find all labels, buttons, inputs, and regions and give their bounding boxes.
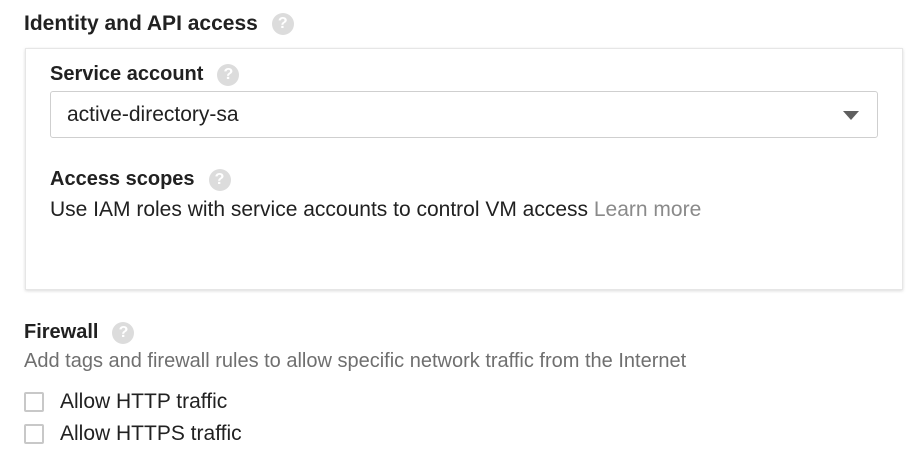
allow-https-checkbox[interactable] bbox=[24, 424, 44, 444]
access-scopes-header: Access scopes ? bbox=[50, 168, 231, 191]
help-icon[interactable]: ? bbox=[271, 13, 294, 35]
allow-http-checkbox[interactable] bbox=[24, 392, 44, 412]
allow-http-label[interactable]: Allow HTTP traffic bbox=[60, 390, 227, 414]
allow-http-option[interactable]: Allow HTTP traffic bbox=[24, 390, 227, 414]
firewall-description: Add tags and firewall rules to allow spe… bbox=[24, 350, 687, 372]
dropdown-arrow-icon bbox=[843, 111, 859, 120]
identity-api-access-title: Identity and API access bbox=[24, 12, 258, 35]
access-scopes-label: Access scopes bbox=[50, 168, 195, 190]
allow-https-label[interactable]: Allow HTTPS traffic bbox=[60, 422, 242, 446]
service-account-header: Service account ? bbox=[50, 63, 240, 86]
identity-api-access-header: Identity and API access ? bbox=[24, 12, 294, 36]
access-scopes-description-line: Use IAM roles with service accounts to c… bbox=[50, 198, 701, 222]
learn-more-link[interactable]: Learn more bbox=[594, 198, 701, 221]
firewall-header: Firewall ? bbox=[24, 321, 135, 344]
firewall-title: Firewall bbox=[24, 321, 99, 343]
help-icon[interactable]: ? bbox=[208, 168, 231, 191]
service-account-selected-value: active-directory-sa bbox=[67, 103, 239, 126]
service-account-select[interactable]: active-directory-sa bbox=[50, 91, 878, 138]
help-icon[interactable]: ? bbox=[217, 63, 240, 86]
service-account-label: Service account bbox=[50, 63, 204, 85]
access-scopes-description: Use IAM roles with service accounts to c… bbox=[50, 198, 589, 221]
help-icon[interactable]: ? bbox=[112, 321, 135, 344]
allow-https-option[interactable]: Allow HTTPS traffic bbox=[24, 422, 242, 446]
